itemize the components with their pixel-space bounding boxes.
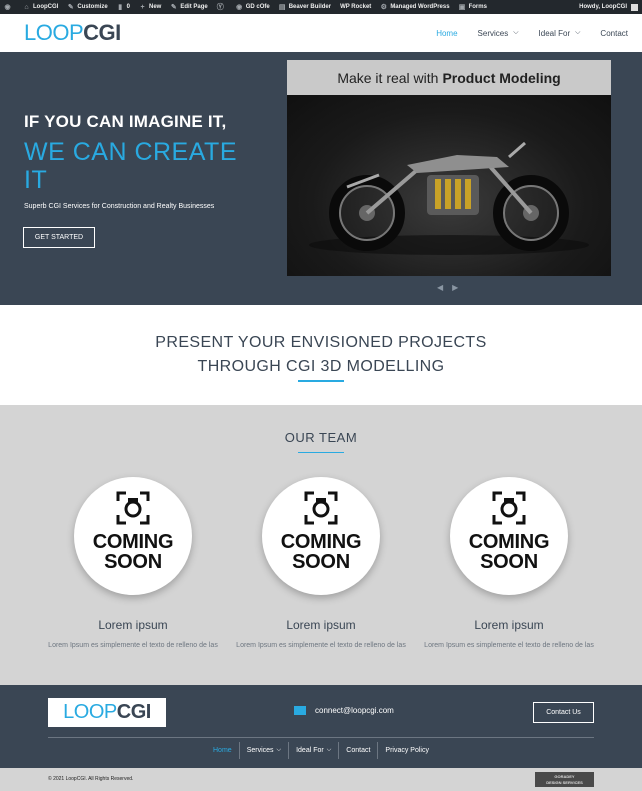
avatar bbox=[631, 3, 638, 11]
admin-site-name[interactable]: ⌂ LoopCGI bbox=[23, 4, 58, 11]
gear-icon: ⚙ bbox=[380, 3, 387, 11]
footer-nav-privacy[interactable]: Privacy Policy bbox=[377, 742, 436, 759]
envelope-icon bbox=[294, 706, 306, 715]
admin-bar: ◉ ⌂ LoopCGI ✎ Customize ▮ 0 + New ✎ Edit Page… bbox=[0, 0, 642, 14]
footer-nav-services[interactable]: Services ⌵ bbox=[238, 742, 288, 759]
present-section: PRESENT YOUR ENVISIONED PROJECTS THROUGH… bbox=[0, 305, 642, 405]
yoast-icon: Ⓨ bbox=[216, 3, 224, 11]
member-photo: COMING SOON bbox=[262, 477, 380, 595]
admin-customize[interactable]: ✎ Customize bbox=[67, 3, 108, 11]
nav-services[interactable]: Services ⌵ bbox=[478, 29, 519, 38]
footer-nav-home[interactable]: Home bbox=[206, 742, 239, 759]
get-started-button[interactable]: GET STARTED bbox=[23, 227, 95, 248]
admin-forms[interactable]: ▣ Forms bbox=[459, 4, 487, 11]
site-footer: LOOP CGI connect@loopcgi.com Contact Us H… bbox=[0, 685, 642, 768]
admin-wp-rocket[interactable]: WP Rocket bbox=[340, 4, 371, 10]
coming-soon-text: COMING SOON bbox=[92, 531, 174, 573]
admin-yoast[interactable]: Ⓨ bbox=[217, 4, 227, 11]
hero-accent-headline: WE CAN CREATE IT bbox=[24, 138, 237, 194]
footer-logo[interactable]: LOOP CGI bbox=[48, 698, 166, 727]
motorcycle-illustration bbox=[309, 141, 589, 255]
design-credit-badge[interactable]: GORADEY DESIGN SERVICES bbox=[535, 772, 594, 787]
beaver-icon: ▤ bbox=[278, 3, 286, 11]
copyright-text: © 2021 LoopCGI. All Rights Reserved. bbox=[48, 776, 134, 782]
arrow-right-icon[interactable]: ▶ bbox=[452, 283, 458, 292]
motorcycle-image bbox=[287, 95, 611, 276]
member-name: Lorem ipsum bbox=[286, 618, 356, 632]
forms-icon: ▣ bbox=[458, 3, 466, 11]
footer-divider bbox=[48, 737, 594, 738]
admin-edit-page[interactable]: ✎ Edit Page bbox=[170, 3, 208, 11]
accent-divider bbox=[298, 452, 344, 453]
comment-icon: ▮ bbox=[118, 3, 123, 11]
home-icon: ⌂ bbox=[24, 3, 29, 11]
slider-arrows: ◀ ▶ bbox=[437, 283, 458, 292]
admin-account[interactable]: Howdy, LoopCGI bbox=[579, 3, 638, 11]
footer-email[interactable]: connect@loopcgi.com bbox=[294, 706, 394, 715]
camera-focus-icon bbox=[304, 491, 338, 525]
brush-icon: ✎ bbox=[67, 3, 74, 11]
copyright-bar: © 2021 LoopCGI. All Rights Reserved. GOR… bbox=[0, 768, 642, 791]
footer-nav-ideal-for[interactable]: Ideal For ⌵ bbox=[288, 742, 338, 759]
product-slider[interactable]: Make it real with Product Modeling bbox=[287, 60, 611, 276]
nav-home[interactable]: Home bbox=[436, 29, 457, 38]
team-section: OUR TEAM COMING SOON Lorem ipsum Lorem Ip… bbox=[0, 405, 642, 685]
wordpress-icon: ◉ bbox=[4, 3, 11, 11]
footer-nav-contact[interactable]: Contact bbox=[338, 742, 377, 759]
chevron-down-icon: ⌵ bbox=[276, 747, 282, 753]
chevron-down-icon: ⌵ bbox=[326, 747, 332, 753]
camera-focus-icon bbox=[492, 491, 526, 525]
member-photo: COMING SOON bbox=[74, 477, 192, 595]
member-description: Lorem Ipsum es simplemente el texto de r… bbox=[236, 642, 406, 649]
plus-icon: + bbox=[140, 3, 145, 11]
footer-nav: Home Services ⌵ Ideal For ⌵ Contact Privac… bbox=[0, 742, 642, 759]
arrow-left-icon[interactable]: ◀ bbox=[437, 283, 443, 292]
team-heading: OUR TEAM bbox=[284, 430, 358, 445]
slide-heading: Make it real with Product Modeling bbox=[287, 60, 611, 95]
coming-soon-text: COMING SOON bbox=[468, 531, 550, 573]
nav-contact[interactable]: Contact bbox=[600, 29, 628, 38]
member-name: Lorem ipsum bbox=[98, 618, 168, 632]
site-header: LOOPCGI Home Services ⌵ Ideal For ⌵ Contac… bbox=[0, 14, 642, 52]
member-description: Lorem Ipsum es simplemente el texto de r… bbox=[424, 642, 594, 649]
member-photo: COMING SOON bbox=[450, 477, 568, 595]
wp-logo-item[interactable]: ◉ bbox=[4, 4, 14, 11]
admin-managed-wp[interactable]: ⚙ Managed WordPress bbox=[380, 3, 450, 11]
present-heading: PRESENT YOUR ENVISIONED PROJECTS THROUGH… bbox=[155, 334, 487, 375]
main-nav: Home Services ⌵ Ideal For ⌵ Contact bbox=[416, 14, 628, 52]
chevron-down-icon: ⌵ bbox=[513, 29, 519, 36]
contact-us-button[interactable]: Contact Us bbox=[533, 702, 594, 723]
gd-icon: ◉ bbox=[236, 3, 243, 11]
admin-comments[interactable]: ▮ 0 bbox=[117, 4, 130, 11]
member-name: Lorem ipsum bbox=[474, 618, 544, 632]
hero-section: IF YOU CAN IMAGINE IT, WE CAN CREATE IT … bbox=[0, 52, 642, 305]
admin-new[interactable]: + New bbox=[139, 4, 161, 11]
admin-gd[interactable]: ◉ GD cOfe bbox=[236, 4, 270, 11]
site-logo[interactable]: LOOPCGI bbox=[24, 22, 121, 44]
member-description: Lorem Ipsum es simplemente el texto de r… bbox=[48, 642, 218, 649]
admin-beaver-builder[interactable]: ▤ Beaver Builder bbox=[279, 4, 331, 11]
accent-divider bbox=[298, 380, 344, 382]
nav-ideal-for[interactable]: Ideal For ⌵ bbox=[539, 29, 581, 38]
hero-subtitle: Superb CGI Services for Construction and… bbox=[24, 203, 215, 210]
hero-headline: IF YOU CAN IMAGINE IT, bbox=[24, 112, 227, 131]
camera-focus-icon bbox=[116, 491, 150, 525]
pencil-icon: ✎ bbox=[170, 3, 177, 11]
coming-soon-text: COMING SOON bbox=[280, 531, 362, 573]
chevron-down-icon: ⌵ bbox=[575, 29, 581, 36]
